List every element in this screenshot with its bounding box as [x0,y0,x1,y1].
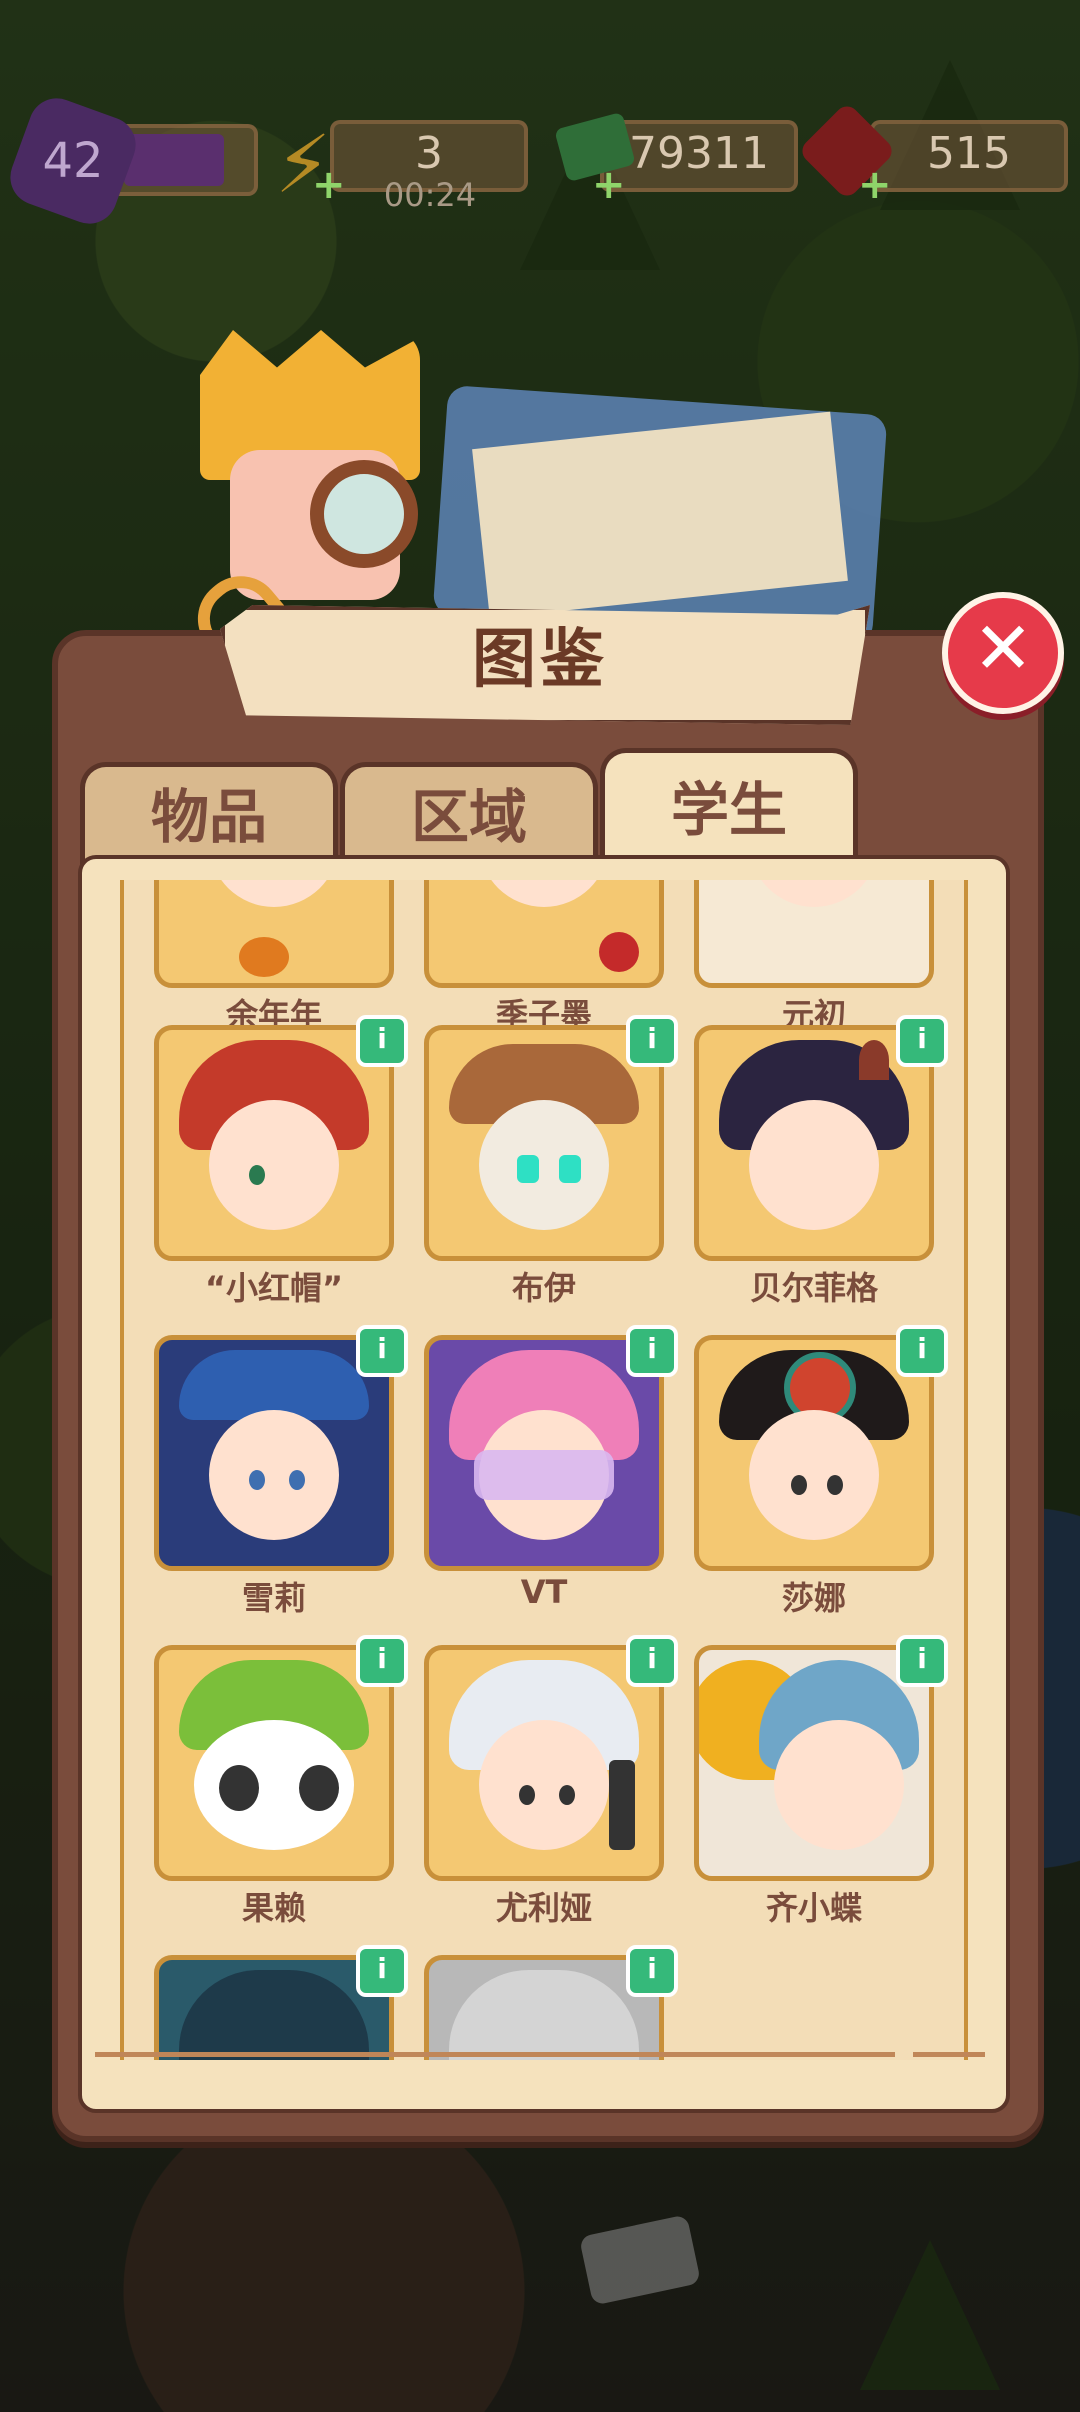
rose-icon [599,932,639,972]
student-name: 布伊 [511,1269,576,1307]
info-icon[interactable]: i [896,1325,948,1377]
student-card[interactable]: 余年年 [154,880,394,1034]
eye-icon [791,1475,807,1495]
gem-counter[interactable]: 515 [870,120,1068,192]
eye-icon [559,1785,575,1805]
portrait-face [774,1720,904,1850]
eye-icon [299,1765,339,1811]
student-name: 尤利娅 [495,1889,592,1927]
add-cash-plus-icon[interactable]: + [592,162,626,208]
add-gem-plus-icon[interactable]: + [858,162,892,208]
scroll-bottom-divider [913,2052,985,2057]
student-name: 莎娜 [781,1579,846,1617]
info-icon[interactable]: i [356,1015,408,1067]
portrait-face [479,880,609,907]
cash-value: 79311 [629,128,769,179]
eye-icon [517,1155,539,1183]
level-progress-fill [124,134,224,186]
student-grid[interactable]: 余年年 季子墨 元初 i “小红帽” i 布伊 i 贝尔菲格 i 雪莉 i VT… [120,880,968,2060]
info-icon[interactable]: i [626,1635,678,1687]
eye-icon [289,1470,305,1490]
student-portrait [424,880,664,988]
eye-icon [249,1165,265,1185]
close-button[interactable]: ✕ [942,592,1064,714]
energy-value: 3 [415,128,443,179]
student-name: 齐小蝶 [765,1889,862,1927]
info-icon[interactable]: i [626,1015,678,1067]
eye-icon [249,1470,265,1490]
student-card[interactable]: i 莎娜 [694,1325,948,1617]
portrait-face [209,880,339,907]
magnifier-icon [310,460,418,568]
portrait-face [749,1410,879,1540]
teal-hair-icon [179,1970,369,2060]
scroll-bottom-divider [95,2052,895,2057]
horn-icon [859,1040,889,1080]
portrait-face [749,880,879,907]
info-icon[interactable]: i [356,1325,408,1377]
info-icon[interactable]: i [626,1325,678,1377]
portrait-face [749,1100,879,1230]
portrait-face [479,1720,609,1850]
add-energy-plus-icon[interactable]: + [312,162,346,208]
student-card[interactable]: i [424,1945,678,2060]
portrait-face [479,1100,609,1230]
visor-icon [474,1450,614,1500]
info-icon[interactable]: i [896,1635,948,1687]
student-card[interactable]: i 贝尔菲格 [694,1015,948,1307]
gem-value: 515 [927,128,1011,179]
silver-ornament-icon [449,1970,639,2060]
student-portrait [694,880,934,988]
student-name: 贝尔菲格 [749,1269,878,1307]
eye-icon [559,1155,581,1183]
tab-areas[interactable]: 区域 [340,762,598,867]
level-value: 42 [42,133,104,189]
student-card[interactable]: i 果赖 [154,1635,408,1927]
student-card[interactable]: i 齐小蝶 [694,1635,948,1927]
student-card[interactable]: i 布伊 [424,1015,678,1307]
pumpkin-icon [239,937,289,977]
student-card[interactable]: i 雪莉 [154,1325,408,1617]
student-name: “小红帽” [204,1269,344,1307]
info-icon[interactable]: i [896,1015,948,1067]
info-icon[interactable]: i [356,1945,408,1997]
portrait-face [209,1100,339,1230]
tree-decoration [860,2240,1000,2390]
student-card[interactable]: i [154,1945,408,2060]
student-name: 雪莉 [241,1579,306,1617]
student-portrait [154,880,394,988]
eye-icon [519,1785,535,1805]
tab-items[interactable]: 物品 [80,762,338,867]
dialog-title: 图鉴 [472,623,608,697]
portrait-face [209,1410,339,1540]
student-card[interactable]: i “小红帽” [154,1015,408,1307]
student-name: VT [520,1573,568,1611]
student-card[interactable]: 元初 [694,880,934,1034]
info-icon[interactable]: i [356,1635,408,1687]
energy-timer: 00:24 [383,176,477,214]
student-name: 果赖 [241,1889,306,1927]
student-card[interactable]: 季子墨 [424,880,664,1034]
spatula-icon [609,1760,635,1850]
student-card[interactable]: i 尤利娅 [424,1635,678,1927]
student-card[interactable]: i VT [424,1325,678,1611]
eye-icon [827,1475,843,1495]
info-icon[interactable]: i [626,1945,678,1997]
eye-icon [219,1765,259,1811]
tab-students[interactable]: 学生 [600,748,858,867]
